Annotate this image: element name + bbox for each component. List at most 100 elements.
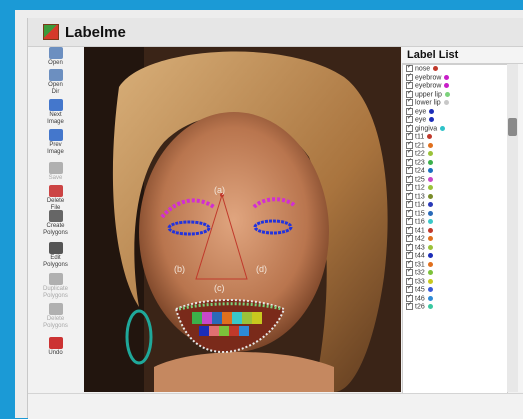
label-text: t25	[415, 175, 425, 183]
label-list[interactable]: noseeyebroweyebrowupper liplower lipeyee…	[402, 64, 508, 394]
label-list-item[interactable]: nose	[403, 65, 507, 74]
label-text: t46	[415, 294, 425, 302]
label-text: t41	[415, 226, 425, 234]
label-text: t32	[415, 269, 425, 277]
prev-image-button[interactable]: Prev Image	[28, 129, 83, 156]
undo-button[interactable]: Undo	[28, 337, 83, 357]
image-canvas[interactable]: (a) (b) (c) (d)	[84, 47, 401, 392]
label-list-item[interactable]: t44	[403, 250, 507, 261]
annotation-d: (d)	[256, 264, 267, 274]
label-text: t13	[415, 192, 425, 200]
label-list-item[interactable]: t21	[403, 140, 507, 151]
label-text: eye	[415, 116, 427, 124]
label-color-dot	[429, 117, 435, 122]
label-list-item[interactable]: gingiva	[403, 123, 507, 134]
label-color-dot	[427, 219, 433, 224]
label-list-scrollbar[interactable]	[507, 64, 518, 392]
scrollbar-thumb[interactable]	[508, 118, 517, 136]
edit-icon	[48, 242, 63, 254]
label-list-item[interactable]: t23	[403, 157, 507, 168]
label-text: t43	[415, 243, 425, 251]
label-list-item[interactable]: eye	[403, 114, 507, 125]
label-list-item[interactable]: eye	[403, 106, 507, 117]
delete-polygons-button[interactable]: Delete Polygons	[28, 303, 83, 330]
label-color-dot	[427, 304, 433, 309]
label-list-item[interactable]: t26	[403, 301, 507, 312]
status-bar	[28, 393, 523, 419]
label-text: gingiva	[415, 124, 438, 132]
edit-polygons-button[interactable]: Edit Polygons	[28, 242, 83, 269]
label-color-dot	[427, 278, 433, 284]
label-color-dot	[427, 202, 433, 207]
label-color-dot	[427, 193, 433, 199]
label-list-item[interactable]: t15	[403, 208, 507, 219]
open-dir-label: Open Dir	[48, 82, 63, 95]
label-list-item[interactable]: upper lip	[403, 89, 507, 100]
open-button[interactable]: Open	[28, 47, 83, 67]
label-color-dot	[444, 91, 450, 97]
folder-open-icon	[48, 69, 63, 81]
undo-icon	[48, 337, 63, 349]
label-color-dot	[427, 159, 433, 165]
window-title: Labelme	[65, 23, 126, 41]
label-list-item[interactable]: t14	[403, 199, 507, 210]
annotation-c: (c)	[214, 283, 225, 293]
label-list-item[interactable]: t42	[403, 233, 507, 244]
duplicate-polygons-button[interactable]: Duplicate Polygons	[28, 273, 83, 300]
label-text: t33	[415, 277, 425, 285]
label-list-item[interactable]: t24	[403, 165, 507, 176]
next-image-label: Next Image	[47, 112, 64, 125]
label-text: eye	[415, 107, 427, 115]
undo-label: Undo	[48, 350, 63, 356]
delete-file-button[interactable]: Delete File	[28, 185, 83, 212]
label-text: t21	[415, 141, 425, 149]
label-list-item[interactable]: t31	[403, 259, 507, 270]
open-dir-button[interactable]: Open Dir	[28, 69, 83, 96]
label-text: t26	[415, 303, 425, 311]
label-checkbox[interactable]	[406, 301, 413, 310]
arrow-left-icon	[48, 129, 63, 141]
label-list-item[interactable]: t43	[403, 242, 507, 253]
canvas-svg: (a) (b) (c) (d)	[84, 47, 401, 392]
label-list-item[interactable]: t41	[403, 225, 507, 236]
label-list-item[interactable]: t45	[403, 284, 507, 295]
edit-polygons-label: Edit Polygons	[43, 255, 68, 268]
label-color-dot	[427, 134, 433, 139]
label-list-item[interactable]: t32	[403, 267, 507, 278]
label-list-item[interactable]: t25	[403, 174, 507, 185]
label-color-dot	[427, 142, 433, 148]
label-list-item[interactable]: t22	[403, 148, 507, 159]
label-color-dot	[444, 83, 450, 88]
save-button[interactable]: Save	[28, 162, 83, 182]
copy-icon	[48, 273, 63, 285]
label-text: t45	[415, 286, 425, 294]
label-text: t24	[415, 167, 425, 175]
label-list-item[interactable]: eyebrow	[403, 72, 507, 83]
open-label: Open	[48, 60, 63, 66]
label-list-item[interactable]: t13	[403, 191, 507, 202]
label-list-item[interactable]: t33	[403, 276, 507, 287]
save-label: Save	[48, 175, 63, 181]
label-color-dot	[433, 66, 439, 71]
label-text: t15	[415, 209, 425, 217]
annotation-b: (b)	[174, 264, 185, 274]
label-color-dot	[444, 74, 450, 80]
label-color-dot	[427, 185, 433, 190]
label-list-item[interactable]: t16	[403, 216, 507, 227]
label-list-item[interactable]: eyebrow	[403, 80, 507, 91]
label-text: t12	[415, 184, 425, 192]
create-polygons-button[interactable]: Create Polygons	[28, 210, 83, 237]
label-text: eyebrow	[415, 82, 442, 90]
label-list-item[interactable]: t46	[403, 293, 507, 304]
label-text: nose	[415, 65, 431, 73]
label-list-item[interactable]: lower lip	[403, 97, 507, 108]
next-image-button[interactable]: Next Image	[28, 99, 83, 126]
label-color-dot	[427, 287, 433, 292]
label-text: t31	[415, 260, 425, 268]
label-list-item[interactable]: t11	[403, 131, 507, 142]
create-polygons-label: Create Polygons	[43, 223, 68, 236]
label-list-item[interactable]: t12	[403, 182, 507, 193]
label-text: t16	[415, 218, 425, 226]
toolbar: Open Open Dir Next Image Prev Image Save Dele…	[28, 47, 83, 392]
label-color-dot	[427, 236, 433, 241]
